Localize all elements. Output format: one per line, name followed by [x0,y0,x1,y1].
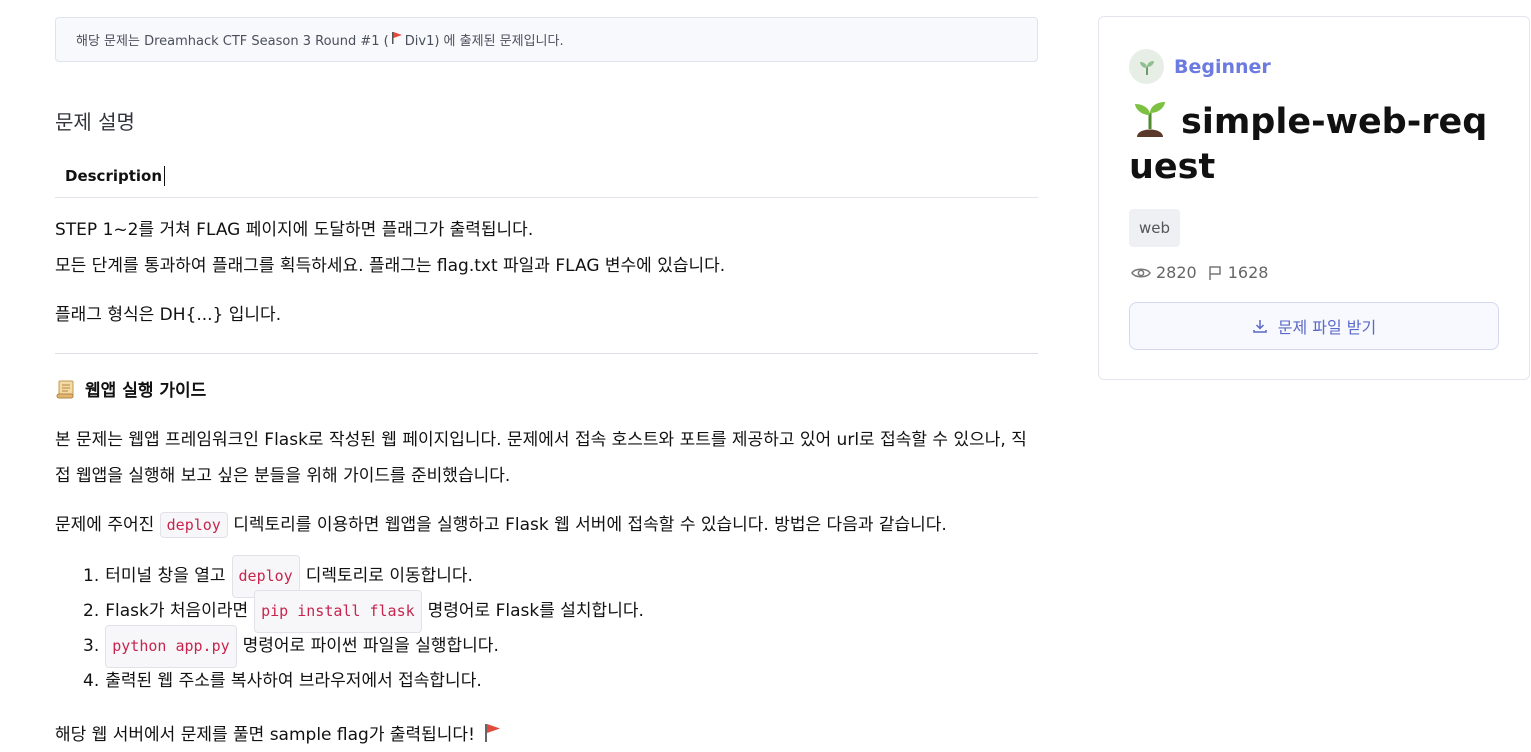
description-line-2: 모든 단계를 통과하여 플래그를 획득하세요. 플래그는 flag.txt 파일… [55,256,726,276]
views-stat: 2820 [1131,263,1197,282]
list-item: 3. python app.py 명령어로 파이썬 파일을 실행합니다. [83,625,644,668]
challenge-card: Beginner simple-web-request web 2820 162… [1098,16,1530,380]
contest-notice: 해당 문제는 Dreamhack CTF Season 3 Round #1 (… [55,17,1038,62]
level-label: Beginner [1174,55,1271,78]
step-text: 터미널 창을 열고 [105,566,226,586]
download-icon [1253,320,1267,333]
guide-paragraph-1: 본 문제는 웹앱 프레임워크인 Flask로 작성된 웹 페이지입니다. 문제에… [55,430,1027,486]
sprout-icon [1135,102,1165,137]
step-number: 4. [83,671,100,691]
download-files-button[interactable]: 문제 파일 받기 [1129,302,1499,350]
content-divider [55,353,1038,354]
step-text: 출력된 웹 주소를 복사하여 브라우저에서 접속합니다. [105,671,482,691]
guide-steps-list: 1. 터미널 창을 열고 deploy 디렉토리로 이동합니다. 2. Flas… [83,555,644,699]
views-count: 2820 [1156,263,1197,282]
description-line-1: STEP 1~2를 거쳐 FLAG 페이지에 도달하면 플래그가 출력됩니다. [55,220,534,240]
category-tag[interactable]: web [1129,209,1181,247]
guide-heading: 웹앱 실행 가이드 [55,376,206,401]
list-item: 4. 출력된 웹 주소를 복사하여 브라우저에서 접속합니다. [83,664,644,699]
solves-count: 1628 [1227,263,1269,282]
list-item: 2. Flask가 처음이라면 pip install flask 명령어로 F… [83,590,644,633]
challenge-stats: 2820 1628 [1131,263,1268,282]
step-text: 디렉토리로 이동합니다. [305,566,473,586]
eye-icon [1131,268,1151,277]
scroll-icon [56,380,74,398]
closing-line: 해당 웹 서버에서 문제를 풀면 sample flag가 출력됩니다! [55,720,501,745]
tab-description[interactable]: Description [65,166,166,186]
step-code: pip install flask [254,590,422,633]
flag-format-text: 플래그 형식은 DH{...} 입니다. [55,305,282,325]
guide-paragraph-2-after: 디렉토리를 이용하면 웹앱을 실행하고 Flask 웹 서버에 접속할 수 있습… [227,515,947,535]
red-flag-icon [484,723,500,742]
step-text: 명령어로 파이썬 파일을 실행합니다. [242,636,499,656]
guide-paragraph-2: 문제에 주어진 deploy 디렉토리를 이용하면 웹앱을 실행하고 Flask… [55,507,1040,543]
download-label: 문제 파일 받기 [1277,318,1377,337]
step-number: 2. [83,601,100,621]
level-indicator: Beginner [1129,49,1271,84]
tab-divider [55,197,1038,198]
guide-title: 웹앱 실행 가이드 [85,381,207,401]
sprout-icon [1129,49,1164,84]
section-title: 문제 설명 [55,110,135,134]
challenge-title-text: simple-web-request [1129,102,1488,187]
solves-stat: 1628 [1207,263,1269,282]
guide-paragraph-2-before: 문제에 주어진 [55,515,160,535]
red-flag-icon [391,31,403,49]
step-number: 1. [83,566,100,586]
challenge-title: simple-web-request [1129,99,1509,190]
closing-text: 해당 웹 서버에서 문제를 풀면 sample flag가 출력됩니다! [55,725,475,745]
flag-icon [1208,265,1221,280]
notice-text-before: 해당 문제는 Dreamhack CTF Season 3 Round #1 ( [76,34,389,49]
step-number: 3. [83,636,100,656]
notice-text-after: Div1) 에 출제된 문제입니다. [404,34,564,49]
step-code: python app.py [105,625,237,668]
step-text: Flask가 처음이라면 [105,601,249,621]
step-text: 명령어로 Flask를 설치합니다. [427,601,644,621]
list-item: 1. 터미널 창을 열고 deploy 디렉토리로 이동합니다. [83,555,644,598]
code-deploy: deploy [159,512,228,538]
